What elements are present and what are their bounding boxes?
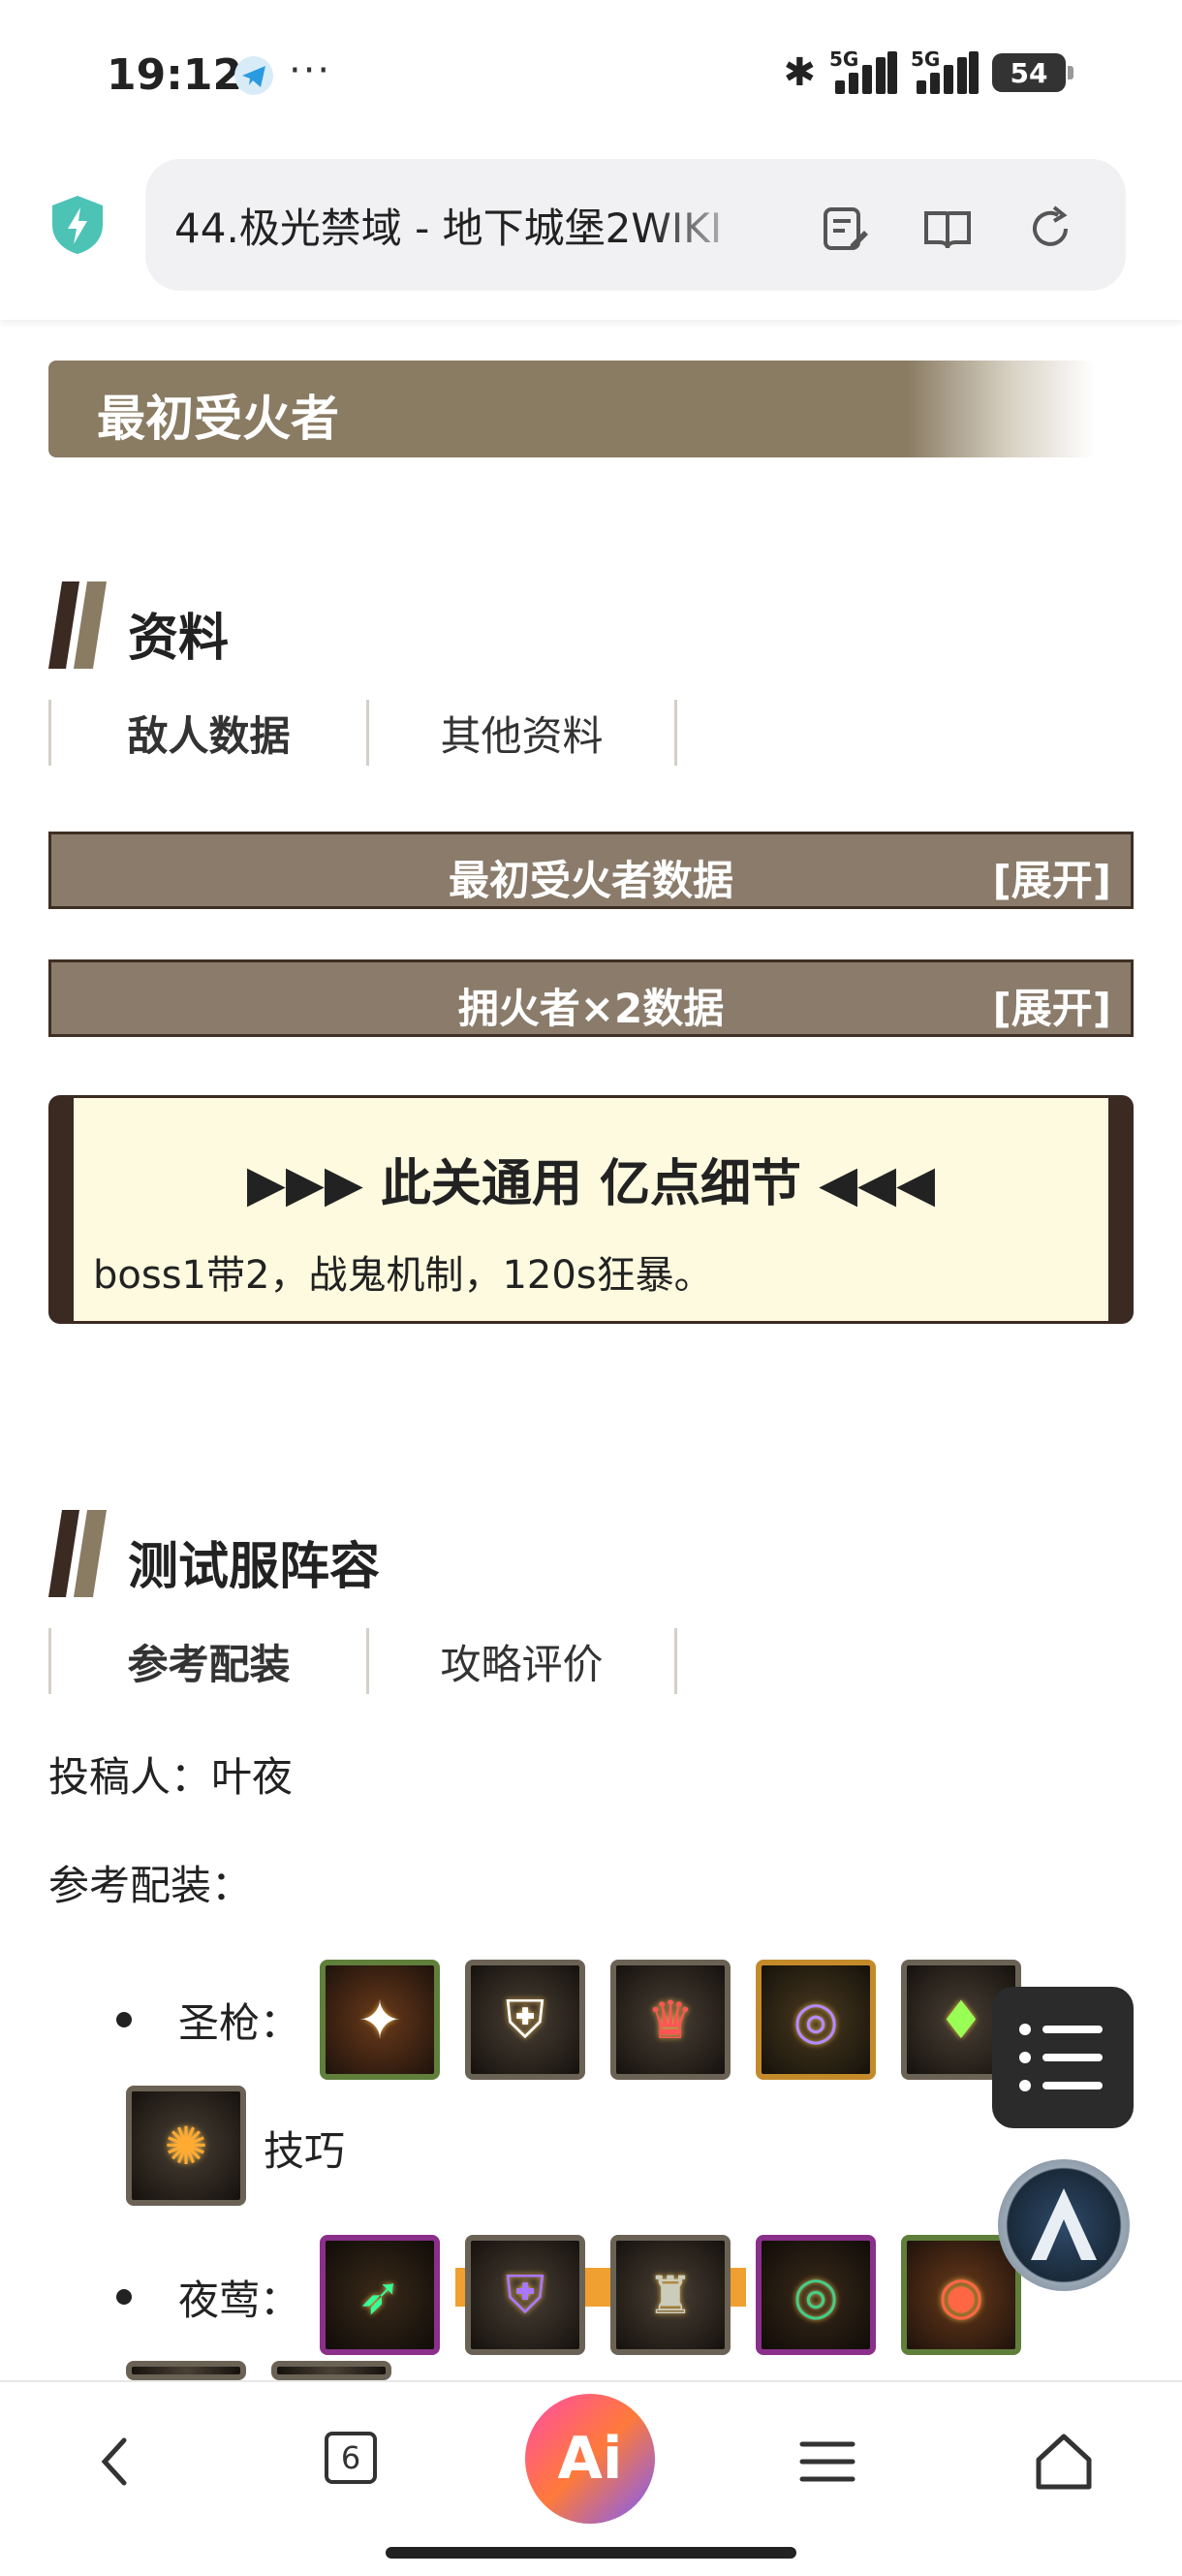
tips-title: ▶▶▶ 此关通用 亿点细节 ◀◀◀ <box>246 1155 936 1213</box>
bullet-icon <box>116 2012 132 2027</box>
tab-other-info[interactable]: 其他资料 <box>366 700 677 766</box>
refresh-icon[interactable] <box>1023 202 1077 256</box>
team-tabs: 参考配装 攻略评价 <box>48 1628 677 1694</box>
bluetooth-icon: ✱ <box>783 50 816 95</box>
edit-note-icon[interactable] <box>818 202 872 256</box>
contributor: 投稿人：叶夜 <box>48 1753 294 1801</box>
network-type-label: 5G <box>829 47 859 71</box>
page-url-title[interactable]: 44.极光禁域 - 地下城堡2WIKI <box>174 196 756 255</box>
skill-label: 技巧 <box>264 2127 346 2175</box>
hero-label-nightingale: 夜莺： <box>178 2277 301 2324</box>
partial-item-icon[interactable] <box>126 2361 246 2380</box>
address-bar[interactable]: 44.极光禁域 - 地下城堡2WIKI <box>145 159 1126 291</box>
partial-item-icon-2[interactable] <box>271 2361 391 2380</box>
section-title: 资料 <box>128 610 230 668</box>
menu-icon[interactable] <box>793 2427 862 2497</box>
table-of-contents-button[interactable] <box>992 1987 1134 2128</box>
game-logo-button[interactable] <box>998 2159 1130 2291</box>
loadout-label: 参考配装： <box>48 1862 253 1909</box>
battery-icon: 54 <box>992 53 1073 92</box>
list-icon <box>1019 2024 1103 2091</box>
home-indicator[interactable] <box>386 2547 796 2559</box>
emerald-ring-item-icon[interactable]: ◎ <box>756 2235 876 2355</box>
network-type-label-2: 5G <box>911 47 941 71</box>
more-notifications-icon: ··· <box>289 48 332 93</box>
logo-icon <box>1031 2188 1097 2260</box>
home-icon[interactable] <box>1029 2427 1099 2497</box>
green-spear-item-icon[interactable]: ➶ <box>320 2235 440 2355</box>
fire-skill-icon[interactable]: ✺ <box>126 2086 246 2206</box>
tips-body: boss1带2，战鬼机制，120s狂暴。 <box>93 1253 713 1298</box>
ai-assistant-button[interactable]: Ai <box>525 2394 655 2524</box>
tab-count: 6 <box>325 2432 377 2484</box>
tab-strategy-review[interactable]: 攻略评价 <box>366 1628 677 1694</box>
section-mark-icon <box>48 1510 107 1597</box>
clock: 19:12 <box>107 50 243 100</box>
info-tabs: 敌人数据 其他资料 <box>48 700 677 766</box>
tab-enemy-data[interactable]: 敌人数据 <box>48 700 366 766</box>
collapsible-boss-data[interactable]: 最初受火者数据 [展开] <box>48 832 1134 909</box>
tab-reference-loadout[interactable]: 参考配装 <box>48 1628 366 1694</box>
tabs-button[interactable]: 6 <box>320 2427 389 2497</box>
signal-icon-2: 5G <box>911 47 979 94</box>
purple-armor-item-icon[interactable]: ⛨ <box>465 2235 585 2355</box>
cloak-item-icon[interactable]: ♜ <box>610 2235 731 2355</box>
expand-toggle[interactable]: [展开] <box>993 848 1111 907</box>
status-indicators: ✱ 5G 5G 54 <box>783 47 1073 97</box>
reader-mode-icon[interactable] <box>920 202 975 256</box>
collapsible-minion-data[interactable]: 拥火者×2数据 [展开] <box>48 959 1134 1037</box>
status-bar: 19:12 ··· ✱ 5G 5G 54 <box>0 0 1182 145</box>
signal-icon: 5G <box>829 47 897 94</box>
bullet-icon <box>116 2289 132 2305</box>
telegram-icon <box>234 56 273 95</box>
browser-toolbar: 44.极光禁域 - 地下城堡2WIKI <box>0 145 1182 320</box>
golden-gun-item-icon[interactable]: ✦ <box>320 1960 440 2080</box>
security-shield-icon[interactable] <box>48 194 107 256</box>
purple-ring-item-icon[interactable]: ◎ <box>756 1960 876 2080</box>
page-title: 最初受火者 <box>97 391 339 447</box>
silver-helm-item-icon[interactable]: ⛨ <box>465 1960 585 2080</box>
section-title: 测试服阵容 <box>128 1538 381 1596</box>
collapsible-title: 最初受火者数据 <box>448 857 733 904</box>
collapsible-title: 拥火者×2数据 <box>457 985 725 1032</box>
expand-toggle[interactable]: [展开] <box>993 976 1111 1035</box>
back-icon[interactable] <box>81 2427 151 2497</box>
hero-label-holy-lance: 圣枪： <box>178 1999 301 2047</box>
tips-box: ▶▶▶ 此关通用 亿点细节 ◀◀◀ boss1带2，战鬼机制，120s狂暴。 <box>48 1095 1134 1324</box>
red-helm-item-icon[interactable]: ♛ <box>610 1960 731 2080</box>
section-mark-icon <box>48 581 107 669</box>
page-title-banner: 最初受火者 <box>48 361 1095 457</box>
